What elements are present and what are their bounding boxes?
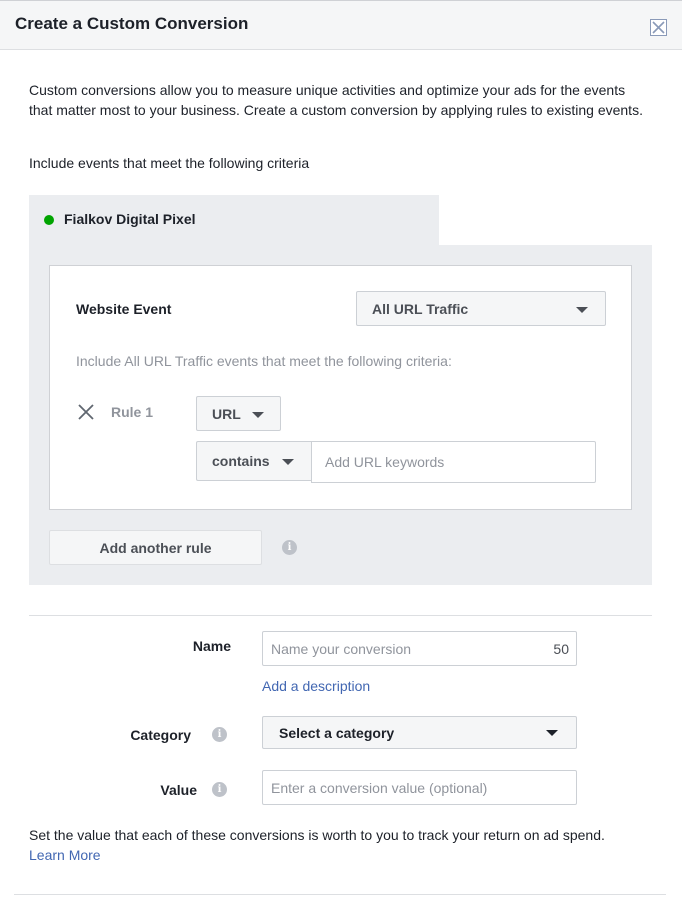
dialog-title: Create a Custom Conversion [15,14,249,33]
value-label: Value [160,782,197,798]
x-icon [78,404,94,420]
website-event-label: Website Event [76,301,172,317]
rule-panel: Website Event All URL Traffic Include Al… [29,245,652,585]
rule-field-value: URL [212,406,241,422]
website-event-value: All URL Traffic [372,301,469,317]
section-divider [29,615,652,616]
category-dropdown[interactable]: Select a category [262,716,577,749]
website-event-dropdown[interactable]: All URL Traffic [356,291,606,326]
learn-more-link[interactable]: Learn More [29,847,101,863]
rule-label: Rule 1 [111,404,154,420]
caret-down-icon [252,412,264,418]
category-value: Select a category [279,725,395,741]
rule-card: Website Event All URL Traffic Include Al… [49,265,632,510]
pixel-status-dot [44,215,54,225]
intro-text: Custom conversions allow you to measure … [29,82,643,118]
caret-down-icon [282,459,294,465]
rule-field-dropdown[interactable]: URL [196,396,281,431]
conversion-value-input[interactable] [262,770,577,805]
close-icon [652,21,665,34]
pixel-tab[interactable]: Fialkov Digital Pixel [29,195,439,245]
info-icon[interactable]: i [282,540,297,555]
include-hint: Include All URL Traffic events that meet… [76,353,452,369]
add-another-rule-button[interactable]: Add another rule [49,530,262,565]
add-description-link[interactable]: Add a description [262,678,370,694]
caret-down-icon [576,307,588,313]
footer-note: Set the value that each of these convers… [29,825,669,865]
url-keywords-input[interactable] [311,441,596,483]
info-icon[interactable]: i [212,782,227,797]
name-label: Name [192,638,231,654]
bottom-divider [14,894,666,895]
footer-note-text: Set the value that each of these convers… [29,827,605,843]
criteria-label: Include events that meet the following c… [29,155,310,171]
rule-operator-dropdown[interactable]: contains [196,441,312,481]
caret-down-icon [546,730,558,736]
category-label: Category [130,727,191,743]
remove-rule-button[interactable] [76,402,96,422]
rule-operator-value: contains [212,453,270,469]
close-button[interactable] [650,19,667,36]
conversion-name-input[interactable] [262,631,577,666]
info-icon[interactable]: i [212,727,227,742]
custom-conversion-dialog: Create a Custom Conversion Custom conver… [0,0,682,897]
pixel-name: Fialkov Digital Pixel [64,211,196,227]
name-char-counter: 50 [553,641,569,657]
dialog-header: Create a Custom Conversion [0,0,682,50]
